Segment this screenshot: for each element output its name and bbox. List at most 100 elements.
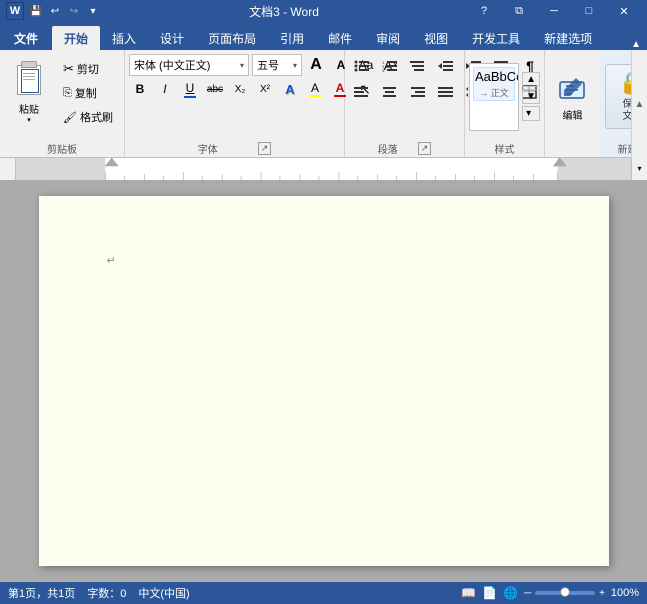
superscript-button[interactable]: X² <box>254 78 276 100</box>
undo-button[interactable]: ↩ <box>47 3 63 19</box>
read-mode-button[interactable]: 📖 <box>461 586 476 600</box>
language-indicator[interactable]: 中文(中国) <box>138 585 189 601</box>
format-painter-label: 格式刷 <box>80 109 113 125</box>
align-center-button[interactable] <box>377 80 403 104</box>
style-normal[interactable]: AaBbCc→ 正文 <box>473 67 515 101</box>
styles-group-label: 样式 <box>469 139 540 157</box>
clipboard-group: 粘贴 ▾ ✂ 剪切 ⎘ 复制 🖌 格式刷 剪贴板 <box>0 50 125 157</box>
paste-label: 粘贴 <box>19 101 39 116</box>
format-painter-button[interactable]: 🖌 格式刷 <box>58 106 118 128</box>
status-right: 📖 📄 🌐 ─ + 100% <box>461 586 639 600</box>
minimize-button[interactable]: ─ <box>537 0 571 22</box>
paragraph-group-label: 段落 ↗ <box>349 139 460 157</box>
cut-icon: ✂ <box>63 61 74 77</box>
styles-scroll-up[interactable]: ▲ <box>522 72 540 87</box>
styles-scroll-down[interactable]: ▼ <box>522 89 540 104</box>
edit-button[interactable]: 编辑 <box>547 69 597 124</box>
underline-button[interactable]: U <box>179 78 201 100</box>
copy-icon: ⎘ <box>63 87 72 100</box>
customize-qat-button[interactable]: ▾ <box>85 3 101 19</box>
edit-icon <box>556 72 588 104</box>
tab-mailings[interactable]: 邮件 <box>316 26 364 50</box>
font-group-label: 字体 ↗ <box>129 139 340 157</box>
font-group: 宋体 (中文正文) ▾ 五号 ▾ A A Aa A✕ B I <box>125 50 345 157</box>
clipboard-group-label: 剪贴板 <box>6 139 118 157</box>
title-bar-left: W 💾 ↩ ↪ ▾ <box>6 2 101 20</box>
styles-gallery[interactable]: AaBbCc→ 正文 <box>469 63 519 131</box>
text-effect-button[interactable]: A <box>279 78 301 100</box>
align-right-button[interactable] <box>405 80 431 104</box>
help-button[interactable]: ? <box>467 0 501 22</box>
collapse-ribbon-button[interactable]: ▲ <box>631 50 647 158</box>
maximize-button[interactable]: □ <box>572 0 606 22</box>
ribbon-tabs: 文件 开始 插入 设计 页面布局 引用 邮件 审阅 视图 开发工具 新建选项 ▲ <box>0 22 647 50</box>
title-text: 文档3 - Word <box>101 3 467 20</box>
font-dialog-launcher[interactable]: ↗ <box>258 142 272 155</box>
page-info: 第1页，共1页 <box>8 585 75 601</box>
document-area[interactable]: ↵ <box>0 180 647 582</box>
paragraph-dialog-launcher[interactable]: ↗ <box>418 142 432 155</box>
document-page[interactable]: ↵ <box>39 196 609 566</box>
align-left-button[interactable] <box>349 80 375 104</box>
ruler-corner <box>0 158 16 180</box>
copy-button[interactable]: ⎘ 复制 <box>58 82 118 104</box>
tab-review[interactable]: 审阅 <box>364 26 412 50</box>
multilevel-button[interactable] <box>405 54 431 78</box>
font-name-dropdown: ▾ <box>240 61 244 70</box>
bullets-button[interactable] <box>349 54 375 78</box>
italic-button[interactable]: I <box>154 78 176 100</box>
text-effect-icon: A <box>285 82 294 97</box>
paste-button[interactable]: 粘贴 ▾ <box>6 54 52 127</box>
edit-label: 编辑 <box>562 107 582 122</box>
font-grow-button[interactable]: A <box>305 54 327 76</box>
zoom-slider[interactable]: ─ + 100% <box>524 587 639 599</box>
edit-group: 编辑 <box>545 50 600 157</box>
collapse-ribbon-button[interactable]: ▲ <box>631 39 641 50</box>
styles-group: AaBbCc→ 正文 ▲ ▼ ▾ 样式 <box>465 50 545 157</box>
tab-newbuild[interactable]: 新建选项 <box>532 26 604 50</box>
ruler-scroll-button[interactable]: ▾ <box>631 158 647 180</box>
cut-button[interactable]: ✂ 剪切 <box>58 58 118 80</box>
save-button[interactable]: 💾 <box>28 3 44 19</box>
font-name-select[interactable]: 宋体 (中文正文) ▾ <box>129 54 249 76</box>
window-controls: ? ⧉ ─ □ ✕ <box>467 0 641 22</box>
tab-references[interactable]: 引用 <box>268 26 316 50</box>
tab-developer[interactable]: 开发工具 <box>460 26 532 50</box>
format-painter-icon: 🖌 <box>63 111 77 124</box>
tab-home[interactable]: 开始 <box>52 26 100 50</box>
tab-insert[interactable]: 插入 <box>100 26 148 50</box>
paragraph-group: 1.2.3. ¶ <box>345 50 465 157</box>
ribbon-display-button[interactable]: ⧉ <box>502 0 536 22</box>
redo-button[interactable]: ↪ <box>66 3 82 19</box>
edit-group-label <box>549 139 596 157</box>
paragraph-mark: ↵ <box>107 254 116 267</box>
font-size-select[interactable]: 五号 ▾ <box>252 54 302 76</box>
zoom-level: 100% <box>609 587 639 599</box>
tab-design[interactable]: 设计 <box>148 26 196 50</box>
ruler-area: ▾ <box>0 158 647 180</box>
justify-button[interactable] <box>433 80 459 104</box>
styles-more-button[interactable]: ▾ <box>522 106 540 121</box>
font-size-dropdown: ▾ <box>293 61 297 70</box>
tab-pagelayout[interactable]: 页面布局 <box>196 26 268 50</box>
word-count: 字数：0 <box>87 585 126 601</box>
close-button[interactable]: ✕ <box>607 0 641 22</box>
bold-button[interactable]: B <box>129 78 151 100</box>
tab-file[interactable]: 文件 <box>2 26 50 50</box>
numbering-button[interactable]: 1.2.3. <box>377 54 403 78</box>
title-bar: W 💾 ↩ ↪ ▾ 文档3 - Word ? ⧉ ─ □ ✕ <box>0 0 647 22</box>
paste-dropdown-arrow: ▾ <box>27 116 31 124</box>
ribbon-right: ▲ <box>631 39 647 50</box>
tab-view[interactable]: 视图 <box>412 26 460 50</box>
highlight-button[interactable]: A <box>304 78 326 100</box>
decrease-indent-button[interactable] <box>433 54 459 78</box>
print-layout-button[interactable]: 📄 <box>482 586 497 600</box>
web-layout-button[interactable]: 🌐 <box>503 586 518 600</box>
ribbon: 粘贴 ▾ ✂ 剪切 ⎘ 复制 🖌 格式刷 剪贴板 <box>0 50 647 158</box>
horizontal-ruler[interactable]: ▾ <box>16 158 647 180</box>
font-name-value: 宋体 (中文正文) <box>134 57 210 73</box>
subscript-button[interactable]: X₂ <box>229 78 251 100</box>
word-icon: W <box>6 2 24 20</box>
font-size-value: 五号 <box>257 57 279 73</box>
strikethrough-button[interactable]: abc <box>204 78 226 100</box>
